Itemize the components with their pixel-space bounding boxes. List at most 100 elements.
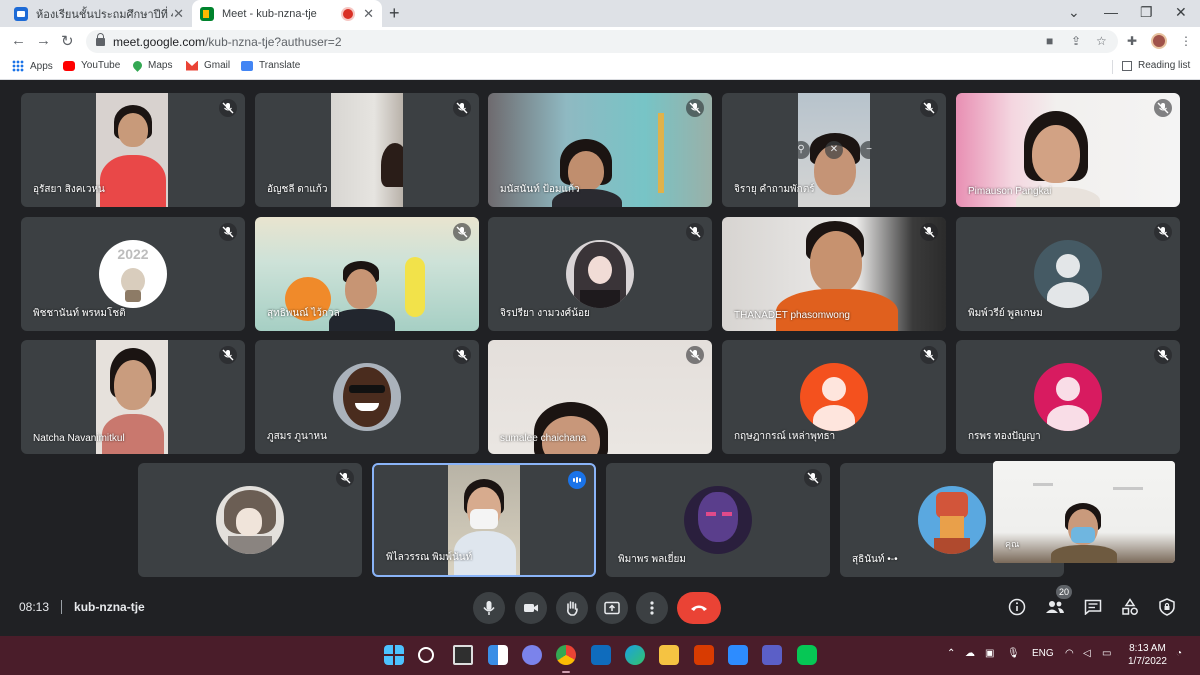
participant-tile[interactable]: สุทธิพนณ์ ไว้กวล bbox=[255, 217, 479, 331]
line-icon[interactable] bbox=[797, 645, 817, 665]
chat-button[interactable] bbox=[1082, 596, 1104, 618]
participant-tile[interactable]: THANADET phasomwong bbox=[722, 217, 946, 331]
participant-tile[interactable]: จิรปรียา งามวงศ์น้อย bbox=[488, 217, 712, 331]
pin-icon[interactable]: ⚲ bbox=[792, 141, 810, 159]
onedrive-icon[interactable]: ☁ bbox=[965, 648, 975, 659]
meeting-info-button[interactable] bbox=[1006, 596, 1028, 618]
participant-tile[interactable]: ⚲ ✕ − จิรายุ คำถามพักตร์ bbox=[722, 93, 946, 207]
host-controls-icon bbox=[1159, 598, 1175, 616]
participant-tile[interactable]: อุรัสยา สิงคเวหน bbox=[21, 93, 245, 207]
bookmark-gmail[interactable]: Gmail bbox=[186, 60, 230, 71]
meeting-details: 08:13 kub-nzna-tje bbox=[19, 600, 145, 614]
microphone-button[interactable] bbox=[473, 592, 505, 624]
participant-name: พิมพ์วรีย์ พูลเกษม bbox=[968, 308, 1043, 319]
participant-avatar bbox=[216, 486, 284, 554]
start-icon[interactable] bbox=[384, 645, 404, 665]
show-hidden-icons[interactable]: ⌃ bbox=[947, 648, 955, 659]
participant-tile[interactable]: พิมพ์วรีย์ พูลเกษม bbox=[956, 217, 1180, 331]
maximize-icon[interactable]: ❐ bbox=[1140, 4, 1153, 21]
muted-mic-icon bbox=[920, 223, 938, 241]
tab-meet[interactable]: Meet - kub-nzna-tje ✕ bbox=[192, 0, 382, 27]
wifi-icon[interactable]: ◠ bbox=[1065, 648, 1074, 659]
chrome-menu-icon[interactable]: ⋮ bbox=[1180, 34, 1192, 48]
present-button[interactable] bbox=[596, 592, 628, 624]
raise-hand-button[interactable] bbox=[556, 592, 588, 624]
share-icon[interactable]: ⇪ bbox=[1071, 34, 1081, 48]
tab-title: Meet - kub-nzna-tje bbox=[222, 7, 317, 20]
camera-icon bbox=[524, 604, 538, 612]
system-clock[interactable]: 8:13 AM 1/7/2022 bbox=[1128, 642, 1167, 668]
close-window-icon[interactable]: ✕ bbox=[1175, 4, 1187, 21]
tab-search-icon[interactable]: ⌄ bbox=[1068, 4, 1080, 21]
participant-tile[interactable]: ภูสมร ภูนาหน bbox=[255, 340, 479, 454]
bookmark-youtube[interactable]: YouTube bbox=[63, 60, 120, 71]
more-options-button[interactable] bbox=[636, 592, 668, 624]
self-view-tile[interactable]: คุณ bbox=[993, 461, 1175, 563]
battery-icon[interactable]: ▭ bbox=[1102, 648, 1111, 659]
camera-button[interactable] bbox=[515, 592, 547, 624]
search-icon[interactable] bbox=[418, 647, 434, 663]
lock-icon[interactable] bbox=[96, 32, 105, 46]
mail-icon[interactable] bbox=[591, 645, 611, 665]
muted-mic-icon bbox=[920, 99, 938, 117]
participant-tile[interactable]: Natcha Navanimitkul bbox=[21, 340, 245, 454]
participant-tile[interactable]: กรพร ทองปัญญา bbox=[956, 340, 1180, 454]
bookmark-translate[interactable]: Translate bbox=[241, 60, 300, 71]
teams-chat-icon[interactable] bbox=[522, 645, 542, 665]
participant-name: จิรปรียา งามวงศ์น้อย bbox=[500, 308, 590, 319]
camera-in-use-icon[interactable]: ■ bbox=[1046, 34, 1053, 48]
participant-tile[interactable]: sumalee chaichana bbox=[488, 340, 712, 454]
participant-tile[interactable]: กฤษฎากรณ์ เหล่าพุทธา bbox=[722, 340, 946, 454]
reading-list-button[interactable]: Reading list bbox=[1122, 60, 1190, 71]
new-tab-button[interactable]: + bbox=[389, 3, 400, 24]
microphone-icon bbox=[483, 601, 495, 615]
task-view-icon[interactable] bbox=[453, 645, 473, 665]
chrome-icon[interactable] bbox=[556, 645, 576, 665]
participant-video bbox=[96, 93, 168, 207]
forward-icon[interactable]: → bbox=[36, 32, 51, 49]
widgets-icon[interactable] bbox=[488, 645, 508, 665]
extensions-icon[interactable]: ✚ bbox=[1127, 34, 1137, 48]
teams-icon[interactable] bbox=[762, 645, 782, 665]
input-language[interactable]: ENG bbox=[1032, 648, 1054, 659]
tab-classroom[interactable]: ห้องเรียนชั้นประถมศึกษาปีที่ 4/1 (ปีกา ✕ bbox=[6, 0, 192, 27]
participant-tile[interactable]: 2022 พิชชานันท์ พรหมโชติ bbox=[21, 217, 245, 331]
notifications-icon[interactable]: ◔ bbox=[1176, 648, 1182, 659]
participant-name: มนัสนันท์ ป้อมแก้ว bbox=[500, 184, 580, 195]
participant-tile-speaking[interactable]: พิไลวรรณ พิมพ์นันท์ bbox=[372, 463, 596, 577]
participant-name: อุรัสยา สิงคเวหน bbox=[33, 184, 105, 195]
people-button[interactable] bbox=[1044, 596, 1066, 618]
profile-avatar[interactable] bbox=[1151, 33, 1167, 49]
close-icon[interactable]: ✕ bbox=[363, 6, 374, 22]
leave-call-button[interactable] bbox=[677, 592, 721, 624]
url-path: /kub-nzna-tje?authuser=2 bbox=[205, 34, 342, 49]
microphone-tray-icon[interactable]: 🎙 bbox=[1007, 648, 1020, 659]
bookmark-star-icon[interactable]: ☆ bbox=[1096, 34, 1107, 48]
edge-icon[interactable] bbox=[625, 645, 645, 665]
back-icon[interactable]: ← bbox=[11, 32, 26, 49]
reload-icon[interactable]: ↻ bbox=[61, 32, 74, 50]
mute-participant-icon[interactable]: ✕ bbox=[825, 141, 843, 159]
participant-tile[interactable] bbox=[138, 463, 362, 577]
raise-hand-icon bbox=[567, 601, 578, 616]
office-icon[interactable] bbox=[694, 645, 714, 665]
zoom-icon[interactable] bbox=[728, 645, 748, 665]
antivirus-icon[interactable]: ▣ bbox=[985, 648, 994, 659]
participant-tile[interactable]: Pimauson Pangkai bbox=[956, 93, 1180, 207]
muted-mic-icon bbox=[686, 346, 704, 364]
participant-tile[interactable]: มนัสนันท์ ป้อมแก้ว bbox=[488, 93, 712, 207]
activities-button[interactable] bbox=[1119, 596, 1141, 618]
activities-icon bbox=[1122, 598, 1138, 615]
participant-tile[interactable]: พิมาพร พลเยี่ยม bbox=[606, 463, 830, 577]
bookmark-maps[interactable]: Maps bbox=[131, 59, 172, 72]
participant-tile[interactable]: อัญชลี ดาแก้ว bbox=[255, 93, 479, 207]
minimize-icon[interactable]: — bbox=[1104, 4, 1118, 20]
host-controls-button[interactable] bbox=[1156, 596, 1178, 618]
close-icon[interactable]: ✕ bbox=[173, 6, 184, 22]
volume-icon[interactable]: ◁ bbox=[1083, 648, 1091, 659]
file-explorer-icon[interactable] bbox=[659, 645, 679, 665]
bookmark-apps[interactable]: Apps bbox=[12, 60, 53, 72]
omnibox[interactable]: meet.google.com/kub-nzna-tje?authuser=2 bbox=[86, 30, 1118, 53]
remove-participant-icon[interactable]: − bbox=[860, 141, 878, 159]
hang-up-icon bbox=[691, 605, 707, 611]
